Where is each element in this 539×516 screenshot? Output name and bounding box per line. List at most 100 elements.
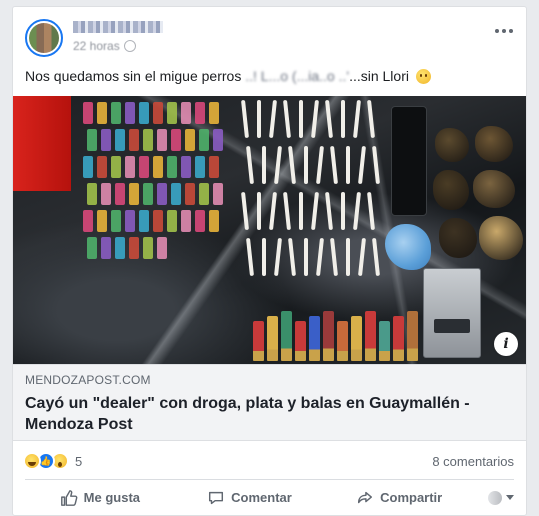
- white-wrap: [325, 191, 333, 231]
- packet: [157, 237, 167, 259]
- bagged-item: [473, 170, 515, 208]
- haha-icon: [23, 452, 41, 470]
- white-wrap: [246, 237, 254, 277]
- white-wrap: [274, 237, 282, 277]
- post-actions: Me gusta Comentar Compartir: [25, 479, 515, 515]
- packet: [87, 183, 97, 205]
- shotgun-shell: [365, 311, 376, 361]
- link-preview[interactable]: MENDOZAPOST.COM Cayó un "dealer" con dro…: [13, 364, 526, 441]
- info-icon[interactable]: i: [494, 332, 518, 356]
- packet: [185, 129, 195, 151]
- like-button[interactable]: Me gusta: [25, 480, 175, 515]
- packet: [111, 102, 121, 124]
- packet: [143, 129, 153, 151]
- packet: [115, 129, 125, 151]
- link-domain: MENDOZAPOST.COM: [25, 373, 151, 387]
- packet: [181, 156, 191, 178]
- white-wrap: [262, 146, 266, 184]
- bagged-item: [439, 218, 477, 258]
- post-header: 22 horas: [25, 19, 514, 59]
- packet: [181, 210, 191, 232]
- white-wrap: [367, 99, 375, 139]
- author-avatar[interactable]: [25, 19, 63, 57]
- comment-button[interactable]: Comentar: [175, 480, 325, 515]
- packet: [195, 102, 205, 124]
- packet: [129, 237, 139, 259]
- feed-post: 22 horas Nos quedamos sin el migue perro…: [12, 6, 527, 516]
- packet: [101, 129, 111, 151]
- share-label: Compartir: [380, 490, 443, 505]
- chevron-down-icon: [506, 495, 515, 500]
- shotgun-shell: [393, 316, 404, 361]
- packet: [143, 237, 153, 259]
- packet: [115, 183, 125, 205]
- packet: [87, 237, 97, 259]
- mini-avatar: [488, 490, 503, 505]
- author-name-redacted[interactable]: [73, 21, 163, 33]
- post-timestamp[interactable]: 22 horas: [73, 39, 120, 53]
- globe-icon: [123, 40, 136, 52]
- packet: [111, 210, 121, 232]
- more-options-button[interactable]: [492, 23, 516, 39]
- packet: [139, 156, 149, 178]
- packet: [143, 183, 153, 205]
- white-wrap: [311, 99, 319, 139]
- packet: [157, 183, 167, 205]
- packet: [199, 183, 209, 205]
- packet: [125, 210, 135, 232]
- shotgun-shell: [337, 321, 348, 361]
- packet: [213, 183, 223, 205]
- white-wrap: [341, 100, 345, 138]
- packet: [167, 102, 177, 124]
- link-preview-image[interactable]: i: [13, 96, 526, 364]
- packet: [101, 183, 111, 205]
- packet: [129, 183, 139, 205]
- link-title[interactable]: Cayó un "dealer" con droga, plata y bala…: [25, 393, 495, 435]
- white-wrap: [358, 145, 366, 185]
- scale-display: [434, 319, 470, 333]
- share-button[interactable]: Compartir: [324, 480, 474, 515]
- shotgun-shell: [379, 321, 390, 361]
- reactions-summary[interactable]: 👍 5: [23, 452, 82, 470]
- packet: [139, 102, 149, 124]
- packet: [213, 129, 223, 151]
- packet: [125, 102, 135, 124]
- reaction-count: 5: [75, 453, 83, 469]
- white-wrap: [299, 192, 303, 230]
- post-text-redacted: ..! L...o (...ia..o ..': [245, 68, 350, 84]
- colored-packets: [83, 102, 233, 262]
- white-wrap: [330, 145, 338, 185]
- packet: [97, 156, 107, 178]
- comment-icon: [209, 491, 224, 504]
- white-wrap: [311, 191, 319, 231]
- white-wrap: [269, 191, 277, 231]
- audience-selector[interactable]: [474, 490, 515, 505]
- packet: [209, 102, 219, 124]
- white-wrap: [304, 238, 308, 276]
- white-wrap: [299, 100, 303, 138]
- white-wrap: [372, 237, 380, 277]
- bagged-item: [435, 128, 469, 162]
- white-wrap: [257, 100, 261, 138]
- packet: [83, 210, 93, 232]
- packet: [115, 237, 125, 259]
- packet: [157, 129, 167, 151]
- shotgun-shell: [407, 311, 418, 361]
- white-wrap: [241, 191, 249, 231]
- white-wrap: [283, 191, 291, 231]
- packet: [101, 237, 111, 259]
- comments-count[interactable]: 8 comentarios: [432, 454, 514, 469]
- white-wrap: [304, 146, 308, 184]
- packet: [125, 156, 135, 178]
- bagged-item: [475, 126, 513, 162]
- packet: [195, 156, 205, 178]
- like-label: Me gusta: [83, 490, 140, 505]
- bagged-item: [433, 170, 469, 210]
- white-wrap: [246, 145, 254, 185]
- packet: [139, 210, 149, 232]
- shotgun-shell: [253, 321, 264, 361]
- packet: [83, 102, 93, 124]
- packet: [209, 156, 219, 178]
- white-wrap: [316, 145, 324, 185]
- white-wrap: [316, 237, 324, 277]
